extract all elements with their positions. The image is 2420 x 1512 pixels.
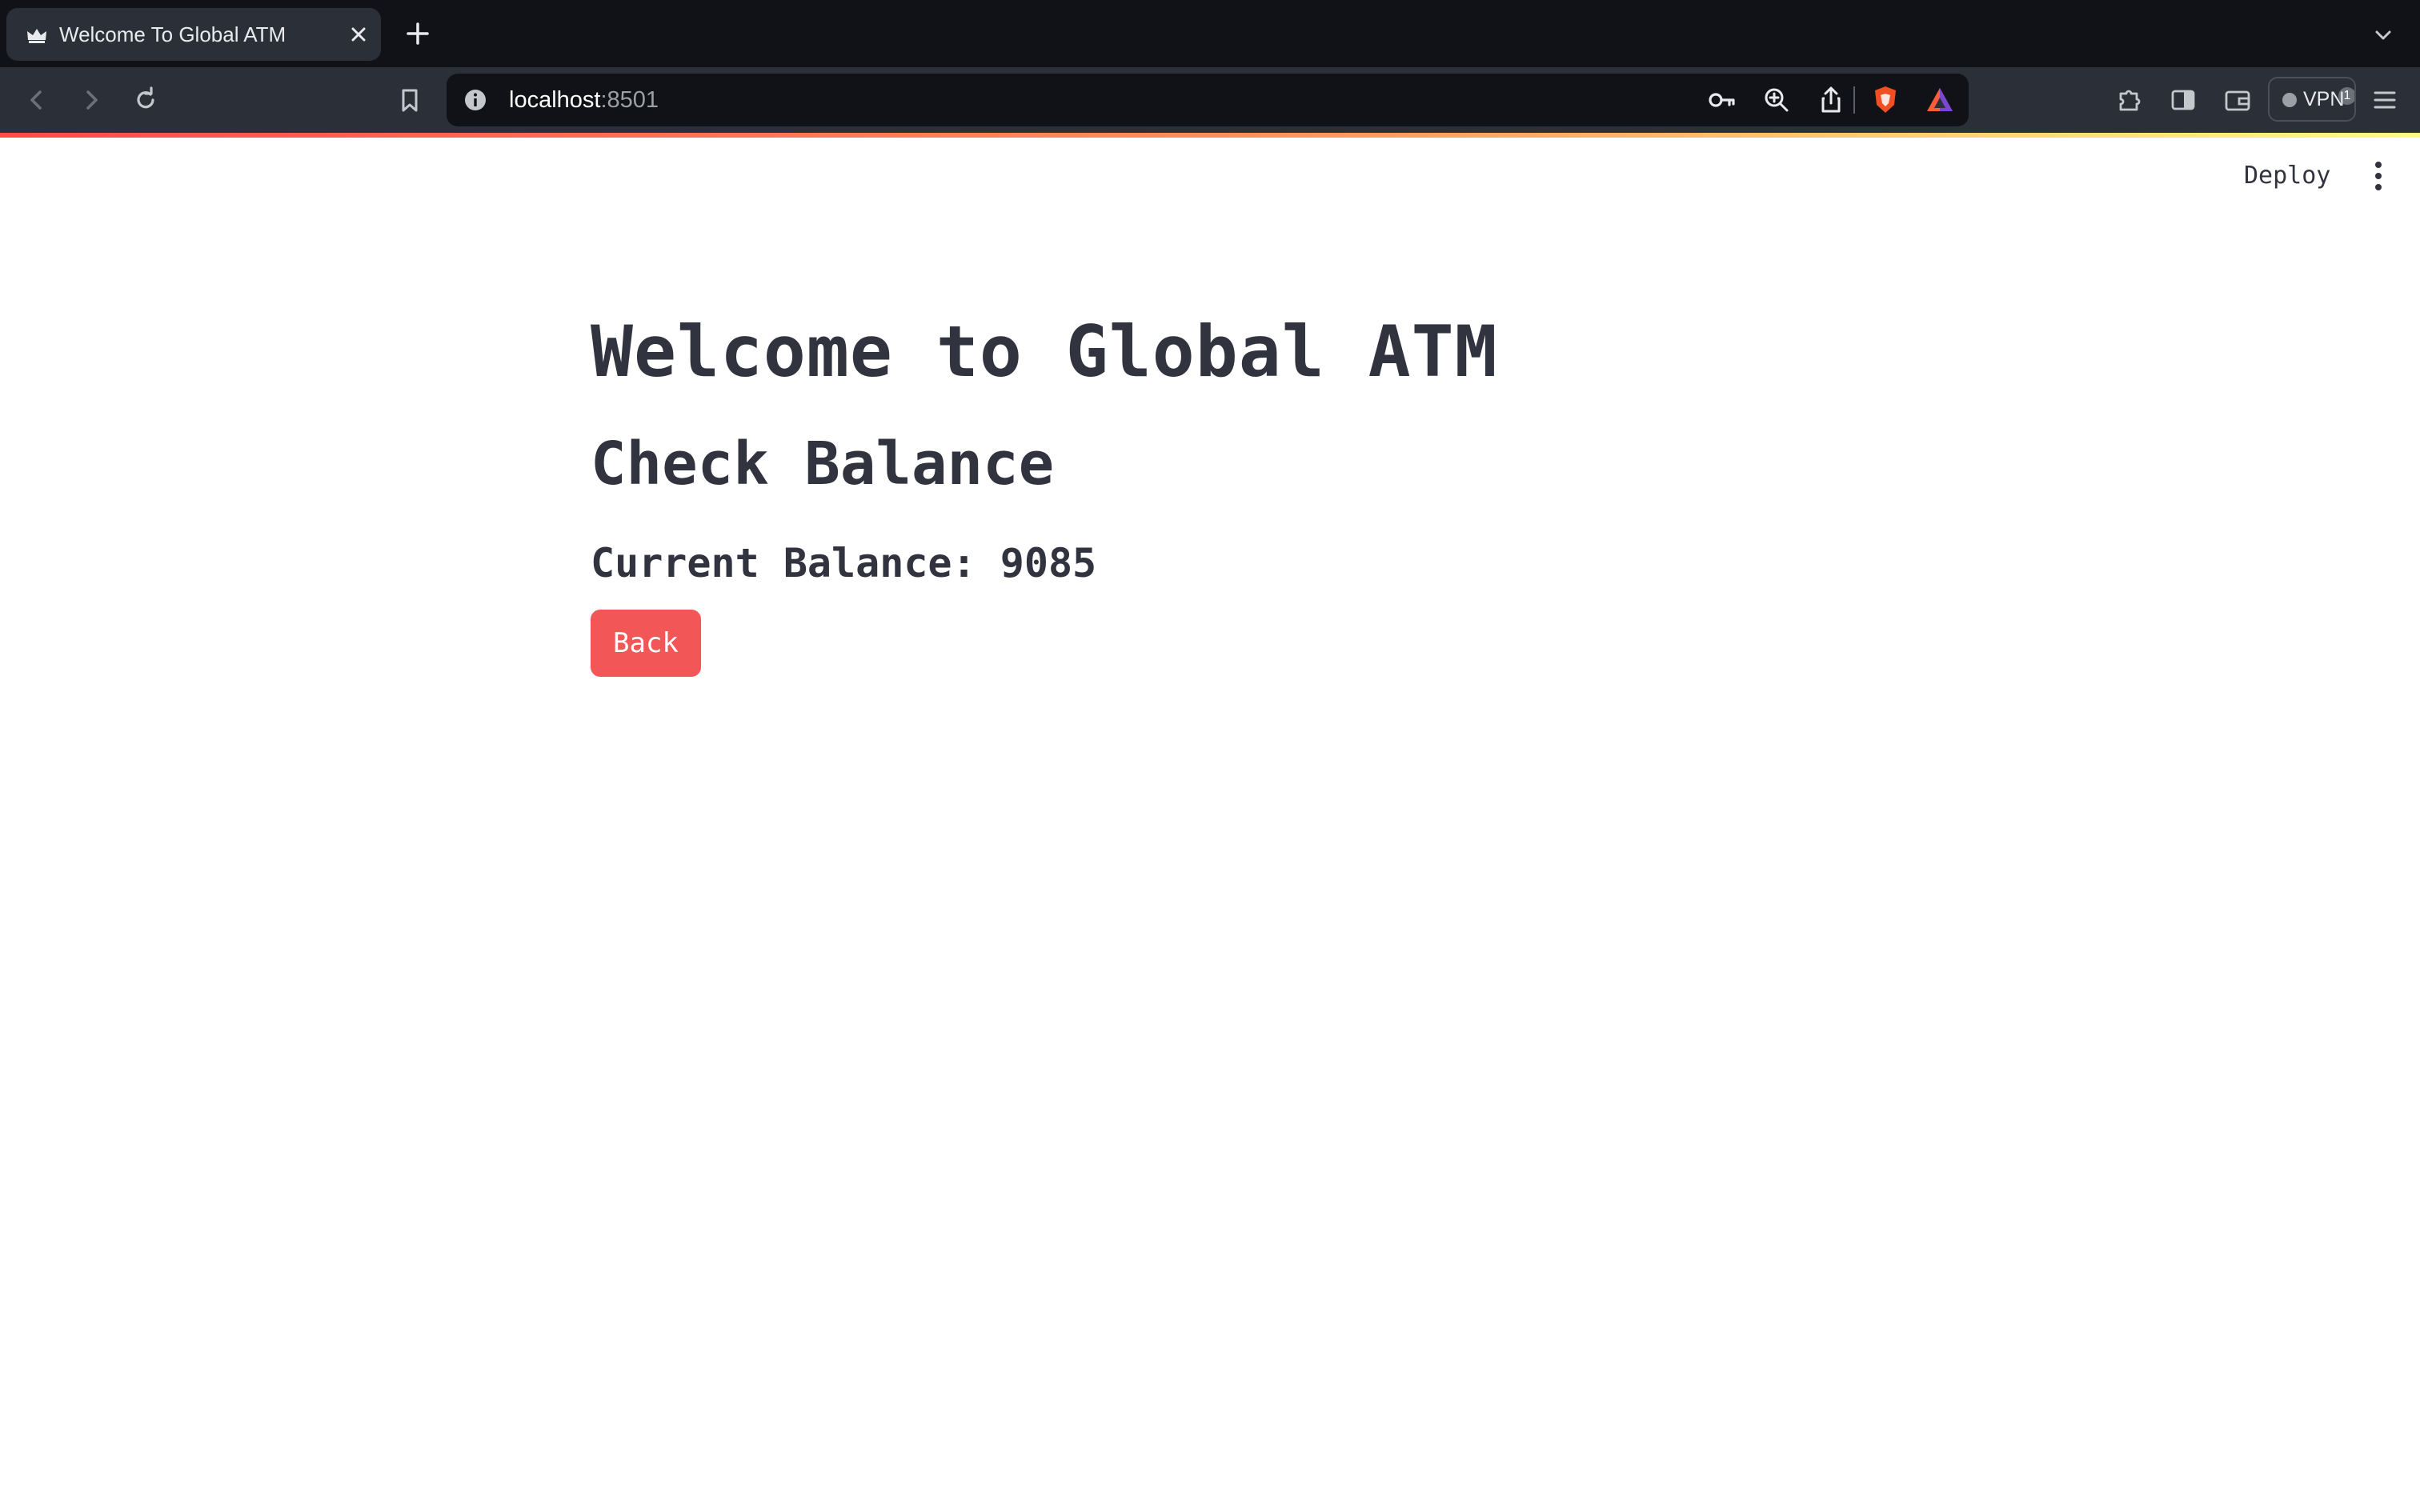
deploy-button[interactable]: Deploy xyxy=(2231,154,2343,198)
site-info-icon[interactable] xyxy=(459,84,491,116)
url-port: :8501 xyxy=(600,87,659,113)
back-arrow-icon[interactable] xyxy=(21,84,53,116)
main-content: Welcome to Global ATM Check Balance Curr… xyxy=(591,304,1791,677)
extensions-icon[interactable] xyxy=(2113,84,2145,116)
vertical-dots-icon[interactable] xyxy=(2369,158,2388,194)
zoom-icon[interactable] xyxy=(1761,84,1793,116)
vpn-status-icon xyxy=(2282,93,2297,107)
brave-rewards-icon[interactable] xyxy=(1924,84,1956,116)
reload-icon[interactable] xyxy=(130,84,162,116)
bookmark-icon[interactable] xyxy=(394,84,426,116)
browser-toolbar: localhost:8501 1 VPN xyxy=(0,67,2420,133)
forward-arrow-icon[interactable] xyxy=(75,84,107,116)
wallet-icon[interactable] xyxy=(2222,84,2254,116)
url-host: localhost xyxy=(509,87,601,113)
streamlit-crown-icon xyxy=(27,29,46,43)
vpn-button[interactable]: VPN xyxy=(2268,77,2356,122)
new-tab-icon[interactable] xyxy=(403,19,432,48)
streamlit-decoration-bar xyxy=(0,133,2420,138)
share-icon[interactable] xyxy=(1815,84,1847,116)
browser-tab-active[interactable]: Welcome To Global ATM xyxy=(6,8,381,61)
current-balance-text: Current Balance: 9085 xyxy=(591,540,1097,586)
chevron-down-icon[interactable] xyxy=(2370,22,2396,48)
close-tab-icon[interactable] xyxy=(347,23,370,46)
url-text: localhost:8501 xyxy=(509,74,659,126)
sidebar-toggle-icon[interactable] xyxy=(2167,84,2199,116)
brave-shields-icon[interactable] xyxy=(1869,84,1901,116)
section-header: Check Balance xyxy=(591,430,1055,498)
address-bar[interactable]: localhost:8501 1 xyxy=(447,74,2356,126)
browser-tab-strip: Welcome To Global ATM xyxy=(0,0,2420,67)
hamburger-menu-icon[interactable] xyxy=(2369,84,2401,116)
toolbar-divider xyxy=(1853,86,1855,114)
key-icon[interactable] xyxy=(1706,84,1738,116)
vpn-label: VPN xyxy=(2303,88,2345,110)
tab-title: Welcome To Global ATM xyxy=(59,22,286,46)
page-title: Welcome to Global ATM xyxy=(591,310,1498,393)
back-button[interactable]: Back xyxy=(591,610,701,677)
